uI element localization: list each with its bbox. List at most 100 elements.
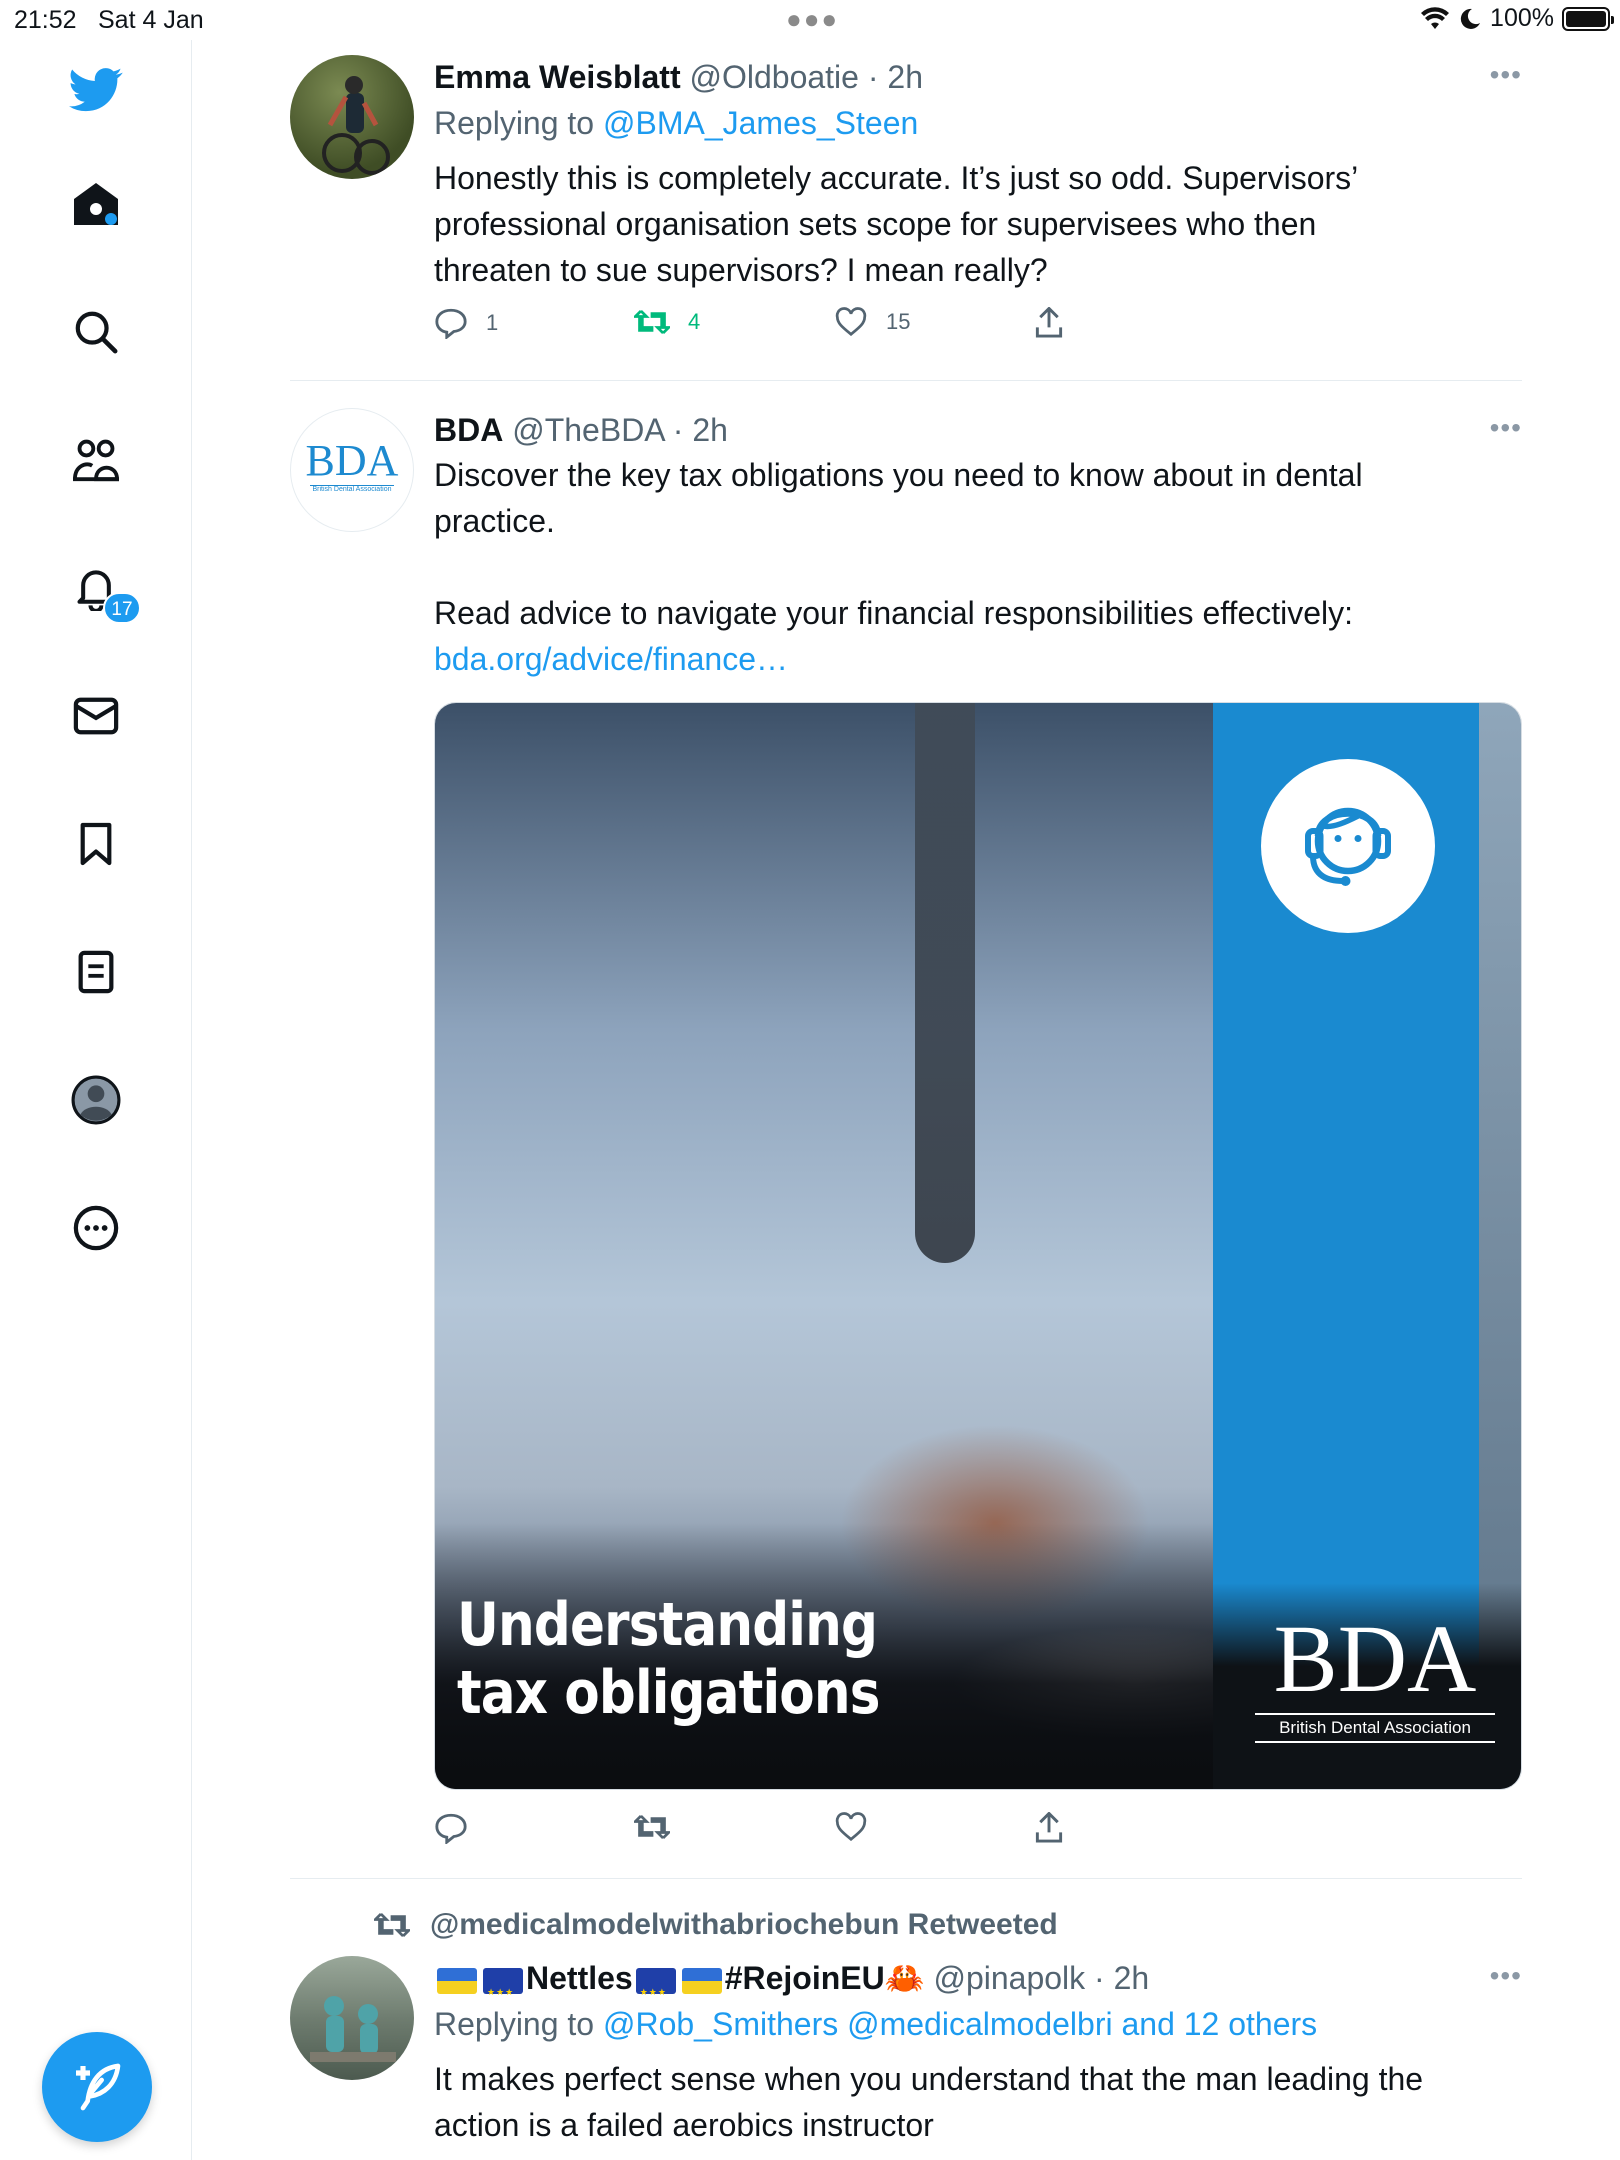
communities-icon (73, 439, 120, 482)
avatar[interactable]: BDA British Dental Association (290, 408, 414, 532)
media-photo-detail (915, 703, 975, 1263)
reply-icon (435, 308, 467, 339)
tweet-text-line: It makes perfect sense when you understa… (434, 2061, 1424, 2097)
avatar[interactable] (290, 55, 414, 179)
retweet-button[interactable]: 4 (634, 307, 700, 337)
tweet-text-line: Discover the key tax obligations you nee… (434, 457, 1363, 493)
media-logo-text: BDA (1273, 1605, 1477, 1712)
author-name[interactable]: Emma Weisblatt (434, 59, 681, 95)
do-not-disturb-icon (1460, 8, 1481, 29)
author-handle[interactable]: @pinapolk (933, 1960, 1085, 1996)
retweet-count: 4 (688, 309, 701, 334)
sidebar-item-lists[interactable] (66, 942, 126, 1002)
author-handle[interactable]: @TheBDA (512, 412, 664, 448)
reply-icon (435, 1813, 467, 1844)
status-bar: 21:52 Sat 4 Jan ●●● 100% (0, 0, 1620, 40)
tweet-text-line: Read advice to navigate your financial r… (434, 595, 1354, 631)
twitter-logo-icon[interactable] (66, 60, 126, 120)
tweet-time[interactable]: · 2h (673, 412, 728, 448)
author-name[interactable]: Nettles (526, 1960, 633, 1996)
media-title-line: tax obligations (457, 1658, 880, 1728)
tweet-divider (290, 1878, 1522, 1879)
tweet-link[interactable]: bda.org/advice/finance… (434, 636, 1522, 682)
lists-icon (78, 950, 114, 994)
like-button[interactable] (834, 1812, 868, 1842)
retweeted-by-line[interactable]: @medicalmodelwithabriochebun Retweeted (374, 1908, 1058, 1942)
author-handle[interactable]: @Oldboatie (689, 59, 858, 95)
status-time: 21:52 (14, 6, 77, 34)
status-right: 100% (1420, 4, 1614, 33)
reply-context: Replying to @BMA_James_Steen (434, 99, 1522, 147)
reply-button[interactable] (434, 1812, 468, 1844)
headset-agent-icon (1261, 759, 1435, 933)
retweet-icon (634, 1814, 670, 1840)
battery-icon (1562, 6, 1614, 31)
reply-context: Replying to @Rob_Smithers @medicalmodelb… (434, 2000, 1522, 2048)
tweet-text: Honestly this is completely accurate. It… (434, 155, 1522, 293)
sidebar-item-bookmarks[interactable] (66, 814, 126, 874)
tweet-emma[interactable]: Emma Weisblatt @Oldboatie · 2h ••• Reply… (290, 55, 1522, 355)
reply-count: 1 (486, 310, 499, 335)
tweet-divider (290, 380, 1522, 381)
status-date: Sat 4 Jan (98, 6, 204, 34)
compose-icon (76, 2063, 121, 2111)
retweeted-by-text: @medicalmodelwithabriochebun Retweeted (430, 1908, 1058, 1941)
tweet-text: Discover the key tax obligations you nee… (434, 452, 1522, 682)
retweet-button[interactable] (634, 1812, 670, 1842)
tweet-bda[interactable]: BDA British Dental Association BDA @TheB… (290, 408, 1522, 1858)
compose-tweet-button[interactable] (42, 2032, 152, 2142)
retweet-icon (634, 309, 670, 335)
share-icon (1035, 307, 1063, 338)
share-button[interactable] (1034, 307, 1064, 339)
share-button[interactable] (1034, 1812, 1064, 1844)
tweet-media-image[interactable]: Understanding tax obligations BDA Britis… (434, 702, 1522, 1790)
reply-prefix: Replying to (434, 105, 595, 141)
like-button[interactable]: 15 (834, 307, 910, 337)
reply-button[interactable]: 1 (434, 307, 498, 339)
sidebar: 17 (0, 40, 192, 2160)
sidebar-item-more[interactable] (66, 1198, 126, 1258)
tweet-actions (434, 1812, 1522, 1862)
tweet-time[interactable]: · 2h (868, 59, 923, 95)
reply-to-link[interactable]: @Rob_Smithers @medicalmodelbri and 12 ot… (603, 2006, 1317, 2042)
home-unread-dot (105, 213, 117, 225)
search-icon (75, 311, 118, 354)
tweet-text-line: threaten to sue supervisors? I mean real… (434, 252, 1048, 288)
avatar-logo-subtext: British Dental Association (310, 485, 394, 493)
wifi-icon (1421, 6, 1450, 29)
media-bda-logo: BDA British Dental Association (1255, 1611, 1495, 1743)
heart-icon (835, 1812, 867, 1842)
tweet-header: BDA @TheBDA · 2h (434, 408, 1522, 452)
sidebar-item-search[interactable] (66, 302, 126, 362)
eu-flag-icon (483, 1967, 523, 2014)
more-options-icon[interactable]: ••• (1490, 59, 1522, 91)
sidebar-item-communities[interactable] (66, 430, 126, 490)
profile-avatar-icon (71, 1075, 121, 1125)
author-name-hashtag[interactable]: #RejoinEU (725, 1960, 885, 1996)
reply-to-link[interactable]: @BMA_James_Steen (603, 105, 918, 141)
avatar[interactable] (290, 1956, 414, 2080)
share-icon (1035, 1812, 1063, 1843)
tweet-time[interactable]: · 2h (1094, 1960, 1149, 1996)
media-title-line: Understanding (457, 1590, 878, 1660)
tweet-text-line: Honestly this is completely accurate. It… (434, 160, 1359, 196)
more-options-icon[interactable]: ••• (1490, 1960, 1522, 1992)
tweet-actions: 1 4 15 (434, 307, 1522, 357)
sidebar-item-messages[interactable] (66, 686, 126, 746)
retweet-icon (374, 1912, 410, 1938)
notification-badge: 17 (103, 592, 141, 624)
more-options-icon[interactable]: ••• (1490, 412, 1522, 444)
multitasking-dots[interactable]: ●●● (786, 4, 839, 35)
more-circle-icon (73, 1205, 119, 1251)
tweet-nettles[interactable]: Nettles #RejoinEU🦀 @pinapolk · 2h ••• Rep… (290, 1956, 1522, 2160)
tweet-text-line: professional organisation sets scope for… (434, 206, 1317, 242)
sidebar-item-profile[interactable] (66, 1070, 126, 1130)
tweet-text-line: action is a failed aerobics instructor (434, 2107, 934, 2143)
author-name[interactable]: BDA (434, 412, 503, 448)
sidebar-item-home[interactable] (66, 174, 126, 234)
eu-flag-icon (635, 1967, 676, 2014)
bookmark-icon (80, 822, 112, 866)
crab-emoji-icon: 🦀 (884, 1960, 925, 1996)
mail-icon (73, 697, 119, 735)
ukraine-flag-icon (681, 1967, 722, 1994)
